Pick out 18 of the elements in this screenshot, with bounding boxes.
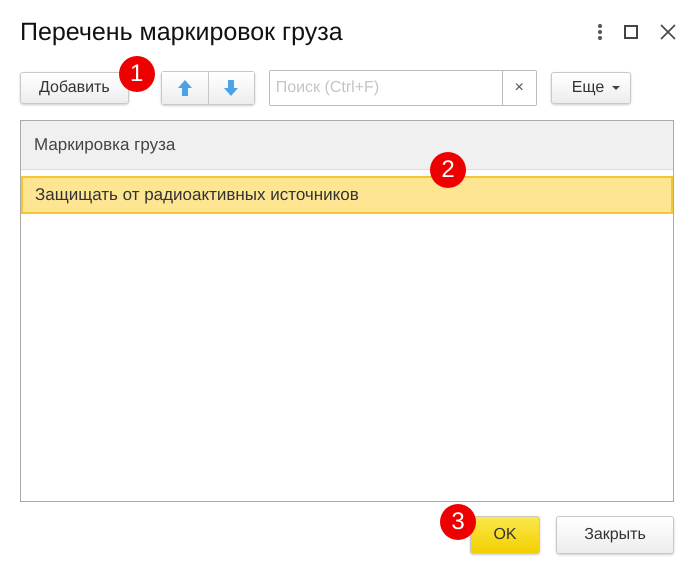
callout-badge: 1 xyxy=(118,56,155,92)
window-title: Перечень маркировок груза xyxy=(20,18,344,46)
ok-button[interactable]: OK xyxy=(470,516,540,554)
move-up-button[interactable] xyxy=(162,72,208,104)
add-button[interactable]: Добавить xyxy=(20,72,129,104)
arrow-down-icon xyxy=(223,79,240,97)
search-field[interactable]: Поиск (Ctrl+F) × xyxy=(268,70,537,106)
more-options-icon[interactable] xyxy=(598,24,602,40)
close-icon[interactable] xyxy=(660,24,676,40)
callout-badge: 3 xyxy=(440,504,476,540)
more-button[interactable]: Еще xyxy=(550,72,632,104)
table-row[interactable]: Защищать от радиоактивных источников xyxy=(21,176,673,214)
move-down-button[interactable] xyxy=(208,72,254,104)
arrow-up-icon xyxy=(176,79,193,97)
close-button[interactable]: Закрыть xyxy=(556,516,674,554)
clear-button[interactable]: × xyxy=(502,71,536,105)
caret-icon xyxy=(612,86,620,90)
maximize-icon[interactable] xyxy=(624,25,638,39)
